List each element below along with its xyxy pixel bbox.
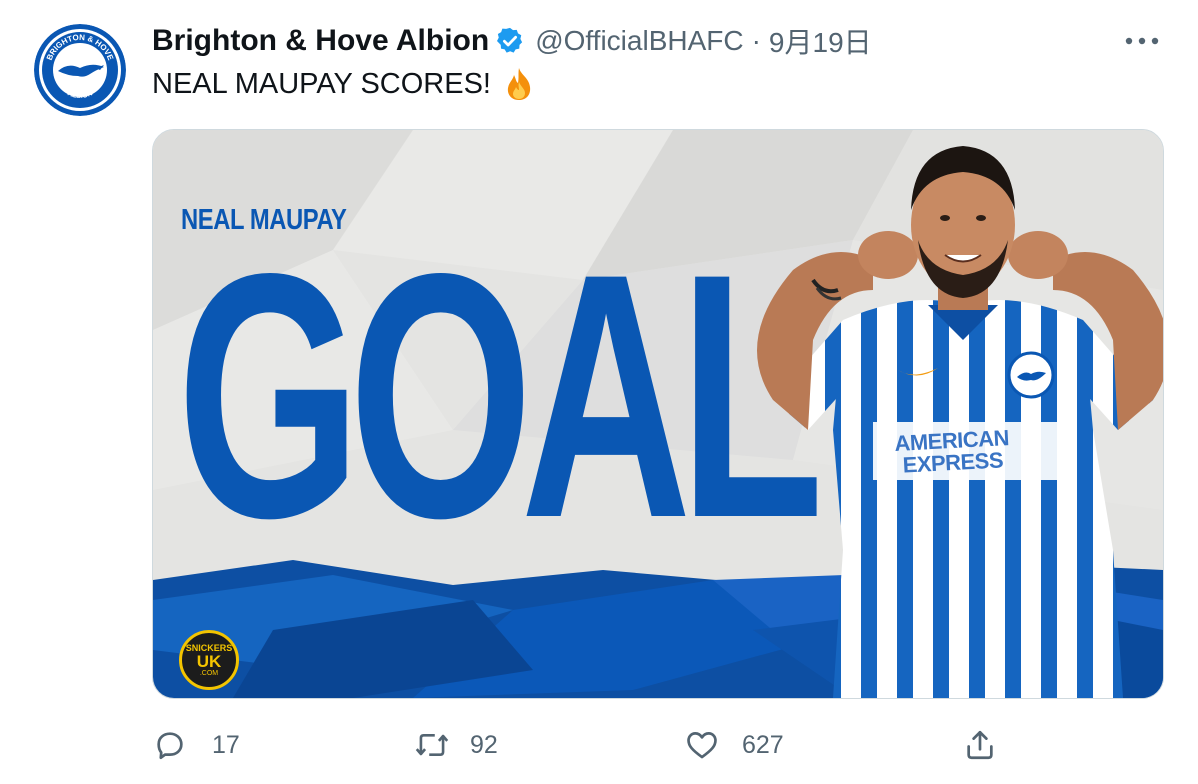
tweet-text: NEAL MAUPAY SCORES! [152, 66, 537, 102]
sponsor-line-1: SNICKERS [185, 642, 233, 653]
author-handle[interactable]: @OfficialBHAFC [535, 25, 743, 57]
tweet: BRIGHTON & HOVE ALBION Brighton & Hove A… [0, 0, 1198, 784]
author-name[interactable]: Brighton & Hove Albion [152, 24, 489, 58]
reply-icon [152, 727, 188, 763]
timestamp[interactable]: 9月19日 [769, 21, 872, 61]
club-crest-icon: BRIGHTON & HOVE ALBION [34, 24, 126, 116]
reply-count: 17 [212, 730, 240, 759]
share-button[interactable] [962, 722, 998, 768]
more-icon[interactable] [1122, 26, 1162, 56]
like-button[interactable]: 627 [684, 722, 784, 768]
tweet-actions: 17 92 627 [152, 722, 1032, 768]
reply-button[interactable]: 17 [152, 722, 240, 768]
tweet-media-image[interactable]: NEAL MAUPAY GOAL SNICKERS UK .COM AMERIC… [152, 129, 1164, 699]
sponsor-logo: SNICKERS UK .COM [179, 630, 239, 690]
player-figure [757, 146, 1163, 698]
retweet-icon [414, 727, 450, 763]
retweet-button[interactable]: 92 [414, 722, 498, 768]
verified-badge-icon [495, 26, 525, 56]
share-icon [962, 727, 998, 763]
separator-dot: · [751, 25, 761, 56]
avatar[interactable]: BRIGHTON & HOVE ALBION [34, 24, 126, 116]
retweet-count: 92 [470, 730, 498, 759]
like-icon [684, 727, 720, 763]
tweet-header: Brighton & Hove Albion @OfficialBHAFC · … [152, 20, 872, 62]
tweet-body: NEAL MAUPAY SCORES! [152, 67, 491, 100]
like-count: 627 [742, 730, 784, 759]
shirt-sponsor-text: AMERICAN EXPRESS [894, 425, 1011, 478]
shirt-sponsor-line-2: EXPRESS [902, 447, 1004, 478]
sponsor-line-2: UK [196, 651, 222, 671]
sponsor-line-3: .COM [199, 669, 219, 677]
fire-emoji-icon [501, 66, 537, 102]
